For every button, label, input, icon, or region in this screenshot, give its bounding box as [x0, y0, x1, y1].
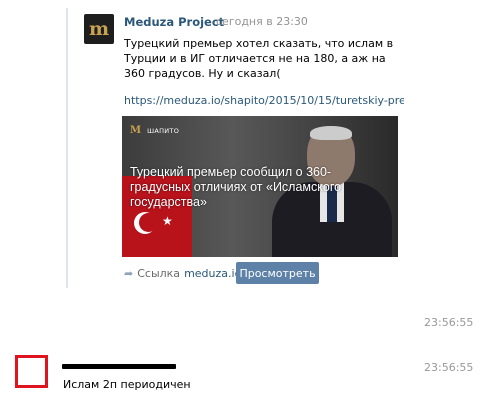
publisher-name-link[interactable]: Meduza Project: [124, 15, 224, 29]
link-label: Ссылка: [137, 266, 181, 280]
post-url-link[interactable]: https://meduza.io/shapito/2015/10/15/tur…: [124, 94, 404, 107]
message-text: Ислам 2п периодичен: [63, 378, 191, 391]
preview-section-label: ШАПИТО: [147, 126, 180, 135]
message-timestamp[interactable]: 23:56:55: [424, 316, 473, 329]
flag-crescent-cut: [139, 213, 158, 232]
redacted-sender-name: [62, 364, 176, 369]
meduza-logo-icon: m: [88, 17, 110, 40]
person-hair: [310, 126, 352, 140]
sender-avatar[interactable]: [15, 355, 48, 388]
link-attachment-row: ➦ Ссылка meduza.io: [124, 263, 241, 283]
link-domain[interactable]: meduza.io: [184, 267, 241, 280]
flag-star-icon: ★: [162, 214, 173, 228]
view-button[interactable]: Просмотреть: [236, 262, 319, 284]
repost-indicator-line: [66, 8, 68, 288]
preview-headline: Турецкий премьер сообщил о 360-градусных…: [130, 165, 342, 209]
post-timestamp[interactable]: сегодня в 23:30: [216, 15, 308, 28]
publisher-avatar[interactable]: m: [84, 14, 114, 44]
post-text: Турецкий премьер хотел сказать, что исла…: [124, 37, 394, 80]
preview-logo: M ШАПИТО: [130, 125, 179, 136]
message-timestamp[interactable]: 23:56:55: [424, 361, 473, 374]
link-preview-image[interactable]: ★ M ШАПИТО Турецкий премьер сообщил о 36…: [122, 116, 398, 257]
share-link-icon: ➦: [124, 266, 134, 280]
preview-logo-letter: M: [130, 125, 142, 136]
